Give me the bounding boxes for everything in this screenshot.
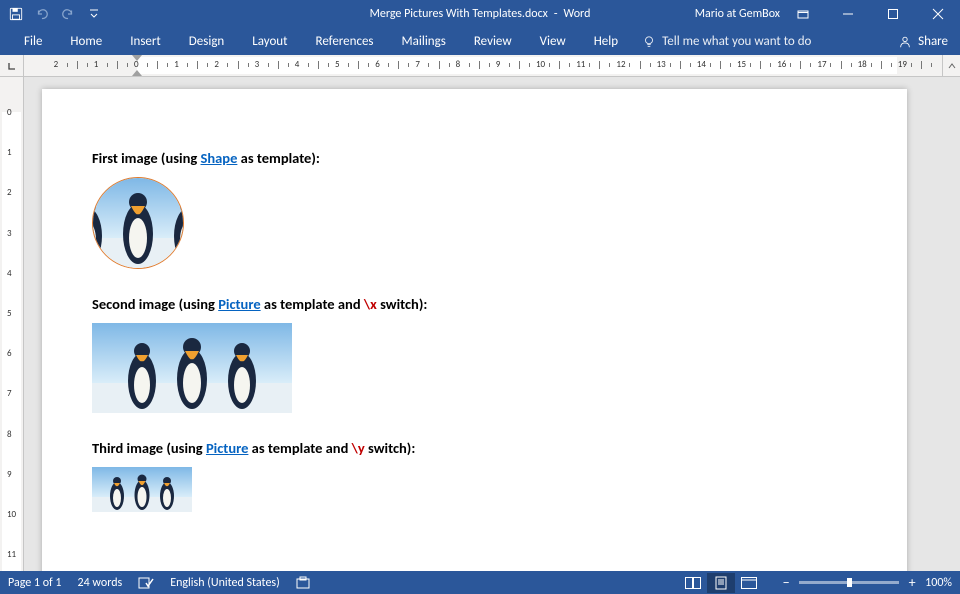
tell-me-search[interactable]: Tell me what you want to do bbox=[642, 34, 811, 49]
document-area: 01234567891011 First image (using Shape … bbox=[0, 77, 960, 571]
ribbon-tabs: File Home Insert Design Layout Reference… bbox=[0, 28, 960, 55]
link-shape[interactable]: Shape bbox=[201, 149, 238, 167]
tab-file[interactable]: File bbox=[10, 28, 56, 55]
tab-selector[interactable] bbox=[0, 55, 24, 76]
doc-name-label: Merge Pictures With Templates.docx bbox=[370, 7, 548, 21]
close-button[interactable] bbox=[915, 0, 960, 28]
document-scroll[interactable]: First image (using Shape as template): bbox=[24, 77, 960, 571]
document-title: Merge Pictures With Templates.docx - Wor… bbox=[370, 7, 591, 21]
link-picture-2[interactable]: Picture bbox=[206, 439, 248, 457]
share-label: Share bbox=[918, 34, 948, 49]
zoom-level[interactable]: 100% bbox=[925, 576, 952, 590]
ribbon-options-button[interactable] bbox=[780, 0, 825, 28]
dash-label: - bbox=[554, 7, 558, 21]
app-name-label: Word bbox=[564, 7, 591, 21]
word-count[interactable]: 24 words bbox=[78, 576, 123, 590]
horizontal-ruler-row: /* ticks injected below */ 2101234567891… bbox=[0, 55, 960, 77]
status-bar: Page 1 of 1 24 words English (United Sta… bbox=[0, 571, 960, 594]
read-mode-button[interactable] bbox=[679, 573, 707, 593]
document-page[interactable]: First image (using Shape as template): bbox=[42, 89, 907, 571]
tab-layout[interactable]: Layout bbox=[238, 28, 301, 55]
ruler-scroll-up[interactable] bbox=[942, 55, 960, 76]
tab-insert[interactable]: Insert bbox=[116, 28, 175, 55]
share-button[interactable]: Share bbox=[898, 34, 948, 49]
title-bar: Merge Pictures With Templates.docx - Wor… bbox=[0, 0, 960, 28]
heading-first: First image (using Shape as template): bbox=[92, 149, 867, 167]
quick-access-toolbar bbox=[0, 2, 106, 26]
macro-icon bbox=[296, 576, 310, 590]
heading-third: Third image (using Picture as template a… bbox=[92, 439, 867, 457]
tab-references[interactable]: References bbox=[302, 28, 388, 55]
tab-design[interactable]: Design bbox=[175, 28, 238, 55]
qat-customize-button[interactable] bbox=[82, 2, 106, 26]
view-buttons bbox=[679, 573, 763, 593]
vertical-ruler[interactable]: 01234567891011 bbox=[0, 77, 24, 571]
heading-second: Second image (using Picture as template … bbox=[92, 295, 867, 313]
image-picture-x bbox=[92, 323, 292, 413]
image-shape-circle bbox=[92, 177, 184, 269]
user-label: Mario at GemBox bbox=[695, 7, 780, 21]
redo-button[interactable] bbox=[56, 2, 80, 26]
window-controls bbox=[780, 0, 960, 28]
lightbulb-icon bbox=[642, 35, 656, 49]
zoom-in-button[interactable]: + bbox=[905, 576, 919, 590]
tab-home[interactable]: Home bbox=[56, 28, 116, 55]
share-icon bbox=[898, 35, 912, 49]
page-indicator[interactable]: Page 1 of 1 bbox=[8, 576, 62, 590]
zoom-control: − + 100% bbox=[779, 576, 952, 590]
maximize-button[interactable] bbox=[870, 0, 915, 28]
macro-button[interactable] bbox=[296, 576, 310, 590]
image-picture-y bbox=[92, 467, 192, 512]
tab-review[interactable]: Review bbox=[460, 28, 526, 55]
tab-mailings[interactable]: Mailings bbox=[388, 28, 460, 55]
undo-button[interactable] bbox=[30, 2, 54, 26]
tell-me-label: Tell me what you want to do bbox=[662, 34, 811, 49]
spellcheck-icon bbox=[138, 576, 154, 590]
link-picture-1[interactable]: Picture bbox=[218, 295, 260, 313]
tab-view[interactable]: View bbox=[526, 28, 580, 55]
zoom-slider[interactable] bbox=[799, 581, 899, 584]
language-indicator[interactable]: English (United States) bbox=[170, 576, 280, 590]
horizontal-ruler[interactable]: /* ticks injected below */ 2101234567891… bbox=[24, 55, 942, 76]
spellcheck-button[interactable] bbox=[138, 576, 154, 590]
minimize-button[interactable] bbox=[825, 0, 870, 28]
print-layout-button[interactable] bbox=[707, 573, 735, 593]
tab-help[interactable]: Help bbox=[580, 28, 632, 55]
zoom-out-button[interactable]: − bbox=[779, 576, 793, 590]
web-layout-button[interactable] bbox=[735, 573, 763, 593]
save-button[interactable] bbox=[4, 2, 28, 26]
